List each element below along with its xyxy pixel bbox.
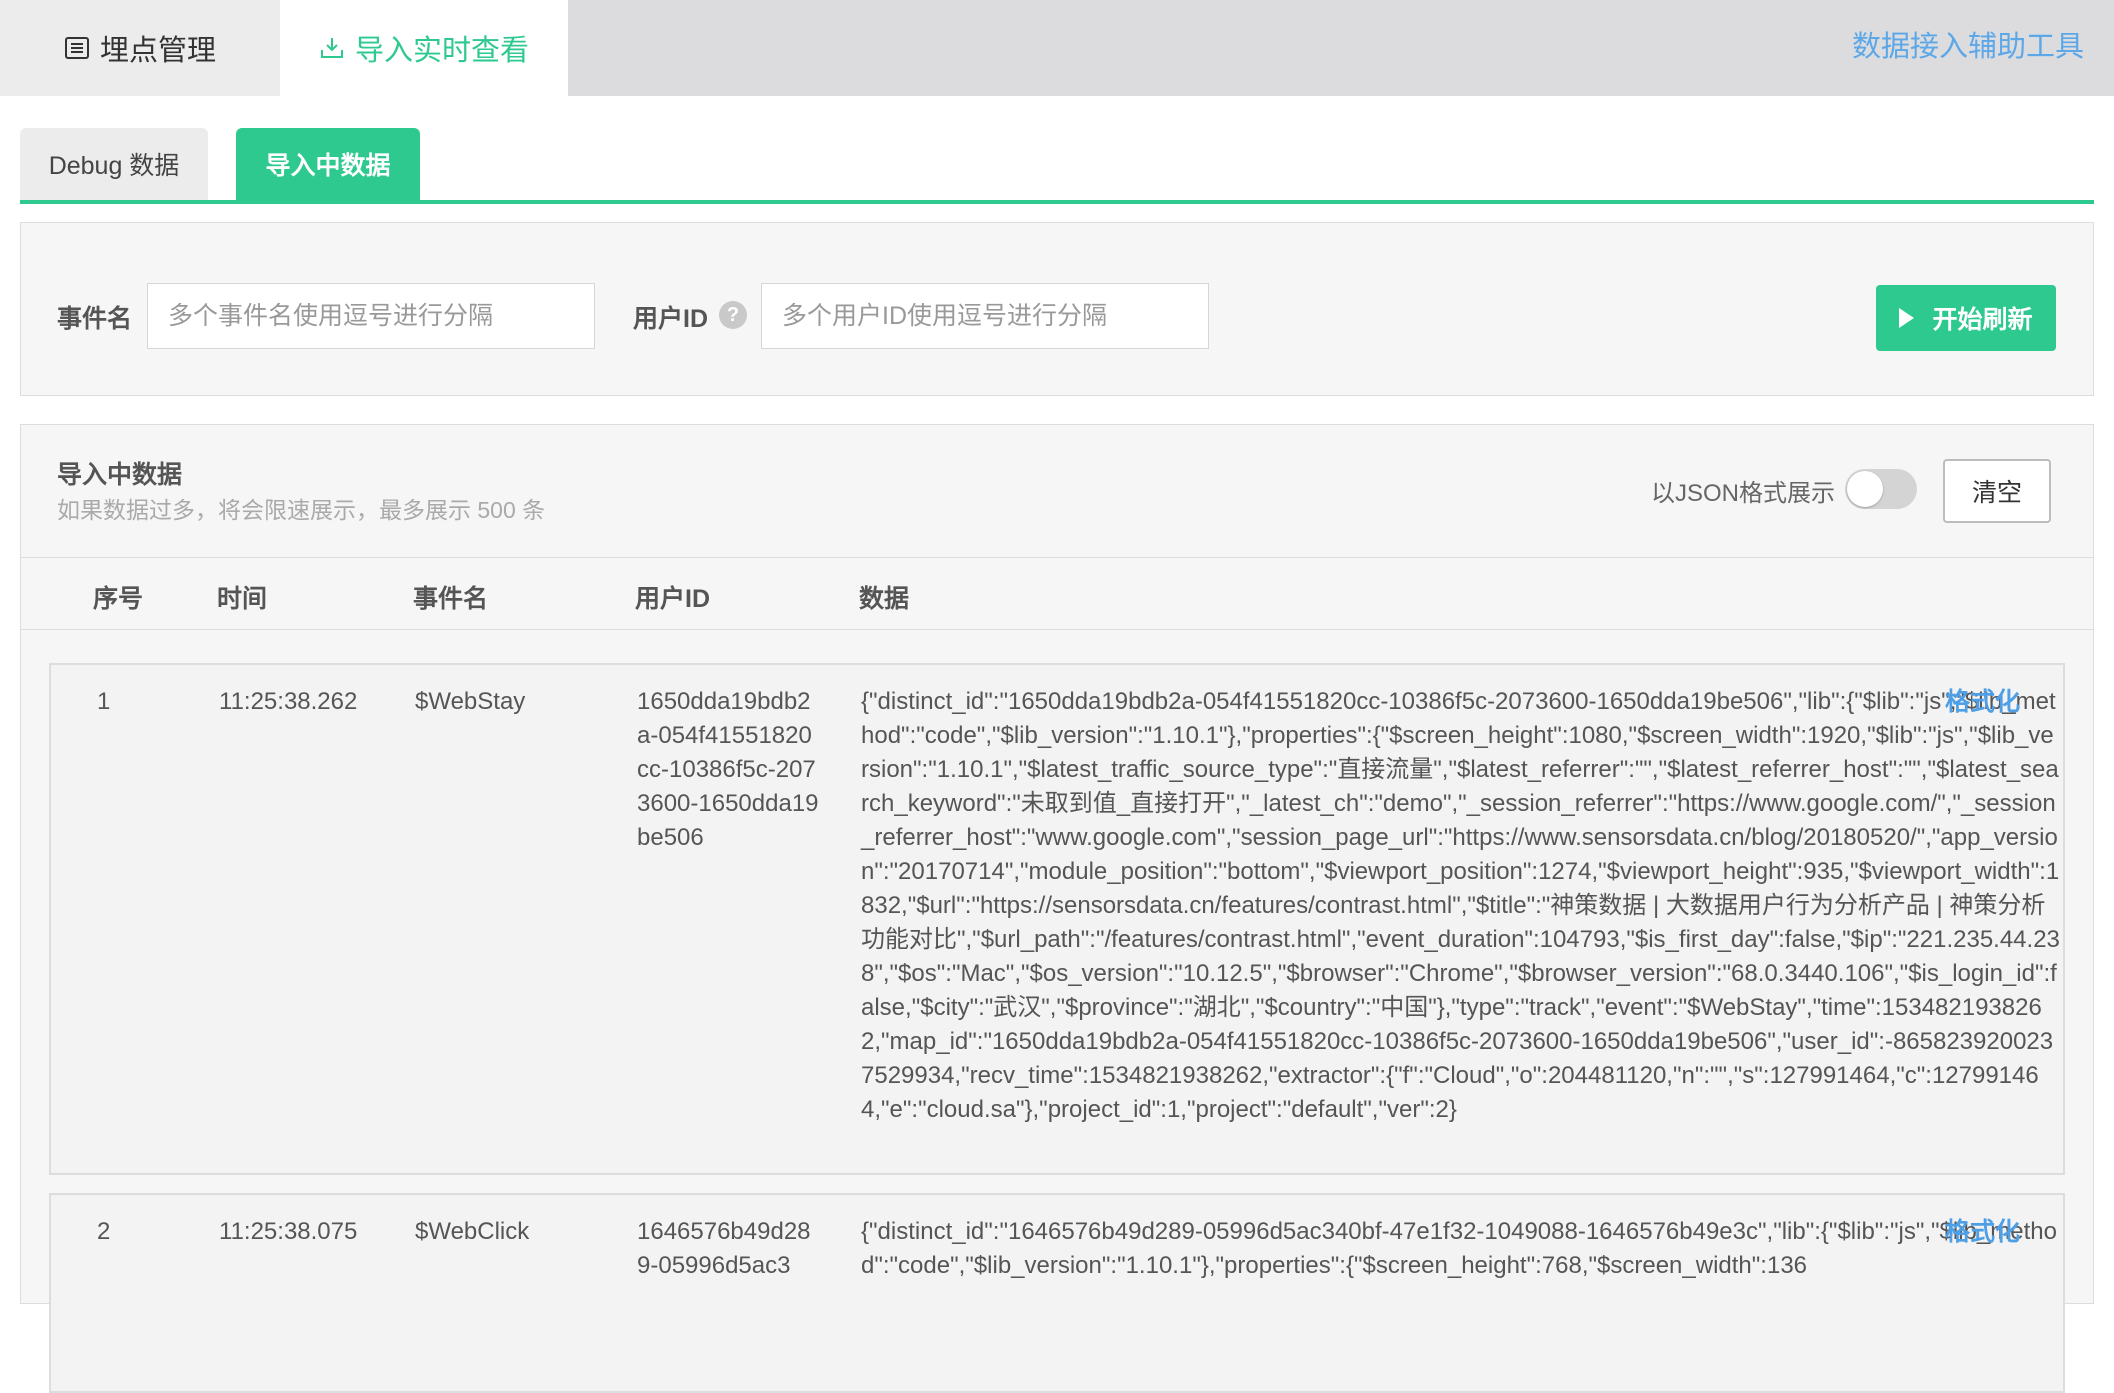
row-time: 11:25:38.262 — [219, 688, 358, 715]
row-user-id: 1646576b49d289-05996d5ac3 — [637, 1218, 811, 1279]
json-format-toggle[interactable] — [1845, 469, 1917, 509]
header-divider-bottom — [21, 629, 2093, 630]
start-refresh-button[interactable]: 开始刷新 — [1876, 285, 2056, 351]
row-event-name: $WebClick — [415, 1218, 530, 1245]
row-data-json: {"distinct_id":"1646576b49d289-05996d5ac… — [861, 1218, 2057, 1279]
panel-title: 导入中数据 — [57, 461, 183, 489]
start-refresh-label: 开始刷新 — [1932, 306, 2033, 334]
importing-data-panel: 导入中数据 如果数据过多，将会限速展示，最多展示 500 条 以JSON格式展示… — [20, 424, 2094, 1393]
help-icon[interactable]: ? — [719, 301, 747, 329]
clear-button[interactable]: 清空 — [1943, 459, 2051, 523]
column-header-data: 数据 — [859, 585, 910, 613]
format-link[interactable]: 格式化 — [1945, 1215, 2020, 1249]
play-icon — [1899, 308, 1915, 328]
data-access-helper-link[interactable]: 数据接入辅助工具 — [1852, 0, 2084, 88]
user-id-input[interactable] — [761, 283, 1209, 349]
tab-debug-data[interactable]: Debug 数据 — [20, 128, 208, 200]
top-nav-bar: 埋点管理 导入实时查看 数据接入辅助工具 — [0, 0, 2114, 96]
table-row: 1 11:25:38.262 $WebStay 1650dda19bdb2a-0… — [49, 663, 2065, 1175]
header-divider — [21, 557, 2093, 558]
toggle-knob — [1847, 471, 1883, 507]
tab-tracking-management[interactable]: 埋点管理 — [0, 0, 280, 96]
table-row: 2 11:25:38.075 $WebClick 1646576b49d289-… — [49, 1193, 2065, 1393]
row-event-name: $WebStay — [415, 688, 526, 715]
column-header-time: 时间 — [217, 585, 268, 613]
tab-underline — [20, 200, 2094, 204]
panel-subtitle: 如果数据过多，将会限速展示，最多展示 500 条 — [57, 497, 546, 523]
tab-realtime-import-view[interactable]: 导入实时查看 — [280, 0, 568, 96]
row-time: 11:25:38.075 — [219, 1218, 358, 1245]
row-data-json: {"distinct_id":"1650dda19bdb2a-054f41551… — [861, 688, 2060, 1123]
column-header-event: 事件名 — [413, 585, 489, 613]
row-user-id: 1650dda19bdb2a-054f41551820cc-10386f5c-2… — [637, 688, 819, 851]
list-icon — [64, 35, 90, 61]
event-name-input[interactable] — [147, 283, 595, 349]
import-icon — [319, 35, 345, 61]
filter-panel: 事件名 用户ID ? 开始刷新 — [20, 222, 2094, 396]
sub-tabs: Debug 数据 导入中数据 — [20, 128, 2094, 204]
row-seq: 1 — [97, 688, 111, 715]
row-seq: 2 — [97, 1218, 111, 1245]
tab-importing-data[interactable]: 导入中数据 — [236, 128, 420, 200]
tab-realtime-import-view-label: 导入实时查看 — [354, 35, 529, 67]
json-toggle-label: 以JSON格式展示 — [1651, 480, 1836, 507]
column-header-user-id: 用户ID — [635, 585, 711, 613]
format-link[interactable]: 格式化 — [1945, 685, 2020, 719]
user-id-label: 用户ID — [633, 305, 709, 333]
column-header-seq: 序号 — [93, 585, 144, 613]
event-name-label: 事件名 — [57, 305, 133, 333]
tab-tracking-management-label: 埋点管理 — [99, 35, 216, 67]
